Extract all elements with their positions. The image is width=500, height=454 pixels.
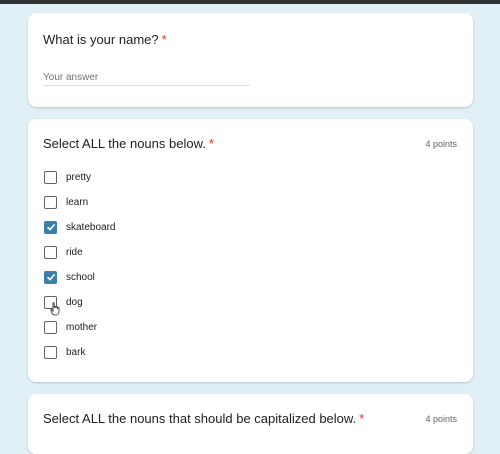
option-label: school <box>66 271 95 283</box>
checkbox[interactable] <box>44 170 57 184</box>
points-label: 4 points <box>425 414 457 424</box>
option-label: mother <box>66 321 98 333</box>
option-ride[interactable]: ride <box>44 244 244 260</box>
checkmark-icon <box>46 223 55 231</box>
option-label: pretty <box>66 171 92 183</box>
option-skateboard[interactable]: skateboard <box>44 219 244 235</box>
option-label: bark <box>66 346 86 358</box>
checkbox[interactable] <box>44 320 57 334</box>
option-label: ride <box>66 246 83 258</box>
option-mother[interactable]: mother <box>44 319 244 335</box>
checkbox[interactable] <box>44 245 57 259</box>
option-label: learn <box>66 196 89 208</box>
question-card-nouns: Select ALL the nouns below. * 4 points pr… <box>28 119 473 382</box>
option-label: skateboard <box>66 221 116 233</box>
question-title: What is your name? * <box>43 32 167 47</box>
required-asterisk: * <box>208 136 214 151</box>
checkmark-icon <box>46 273 55 281</box>
points-label: 4 points <box>425 139 457 149</box>
question-card-capitalized: Select ALL the nouns that should be capi… <box>28 394 473 454</box>
question-title: Select ALL the nouns below. * <box>43 136 214 151</box>
checkbox-checked[interactable] <box>44 220 57 234</box>
checkbox[interactable] <box>44 195 57 209</box>
question-card-name: What is your name? * <box>28 13 473 107</box>
checkbox-checked[interactable] <box>44 270 57 284</box>
option-pretty[interactable]: pretty <box>44 169 244 185</box>
checkbox[interactable] <box>44 345 57 359</box>
option-dog[interactable]: dog <box>44 294 244 315</box>
name-answer-input[interactable] <box>43 69 250 86</box>
option-school[interactable]: school <box>44 269 244 285</box>
option-learn[interactable]: learn <box>44 194 244 210</box>
hand-pointer-icon <box>50 301 60 315</box>
checkbox[interactable] <box>44 295 60 315</box>
option-bark[interactable]: bark <box>44 344 244 360</box>
question-title: Select ALL the nouns that should be capi… <box>43 411 365 426</box>
option-label: dog <box>66 296 83 308</box>
required-asterisk: * <box>161 32 167 47</box>
required-asterisk: * <box>359 411 365 426</box>
top-bar <box>0 0 500 4</box>
